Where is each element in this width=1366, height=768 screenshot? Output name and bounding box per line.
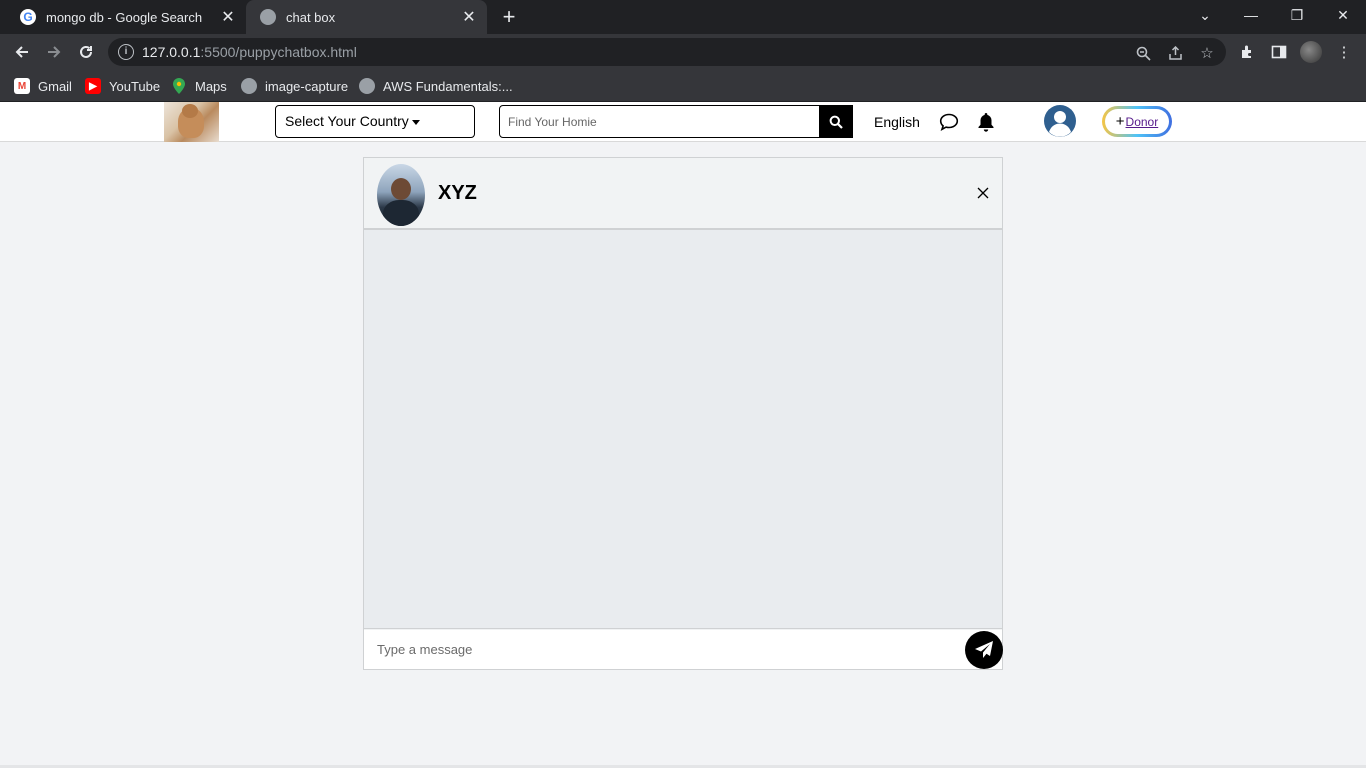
bookmark-label: AWS Fundamentals:... xyxy=(383,78,513,94)
browser-tab-strip: G mongo db - Google Search ✕ chat box ✕ … xyxy=(0,0,1366,34)
bookmark-aws[interactable]: AWS Fundamentals:... xyxy=(359,77,513,95)
bookmarks-bar: M Gmail ▶ YouTube Maps image-capture AWS… xyxy=(0,70,1366,102)
donor-button-inner: + Donor xyxy=(1105,109,1169,134)
extensions-icon[interactable] xyxy=(1236,41,1258,63)
plus-icon: + xyxy=(1115,113,1125,130)
globe-icon xyxy=(359,78,375,94)
bookmark-maps[interactable]: Maps xyxy=(171,77,227,95)
bookmark-label: Gmail xyxy=(38,78,72,94)
tab-title: chat box xyxy=(286,9,336,25)
search-button[interactable] xyxy=(819,105,853,138)
minimize-icon[interactable]: — xyxy=(1228,0,1274,30)
search-icon xyxy=(829,115,843,129)
google-icon: G xyxy=(20,9,36,25)
page-viewport: Select Your Country English +Donor xyxy=(0,102,1366,768)
reload-icon[interactable] xyxy=(72,38,100,66)
gmail-icon: M xyxy=(14,78,30,94)
search-box xyxy=(499,105,853,138)
paper-plane-icon xyxy=(975,641,993,658)
avatar-figure-face xyxy=(391,178,411,200)
bookmark-label: image-capture xyxy=(265,78,349,94)
user-profile-icon[interactable] xyxy=(1044,105,1076,137)
url-text[interactable]: 127.0.0.1:5500/puppychatbox.html xyxy=(142,44,357,60)
message-area[interactable] xyxy=(364,230,1002,629)
site-logo[interactable] xyxy=(164,102,219,142)
site-header: Select Your Country English +Donor xyxy=(0,102,1366,142)
message-composer xyxy=(364,630,1003,669)
notification-bell-icon[interactable] xyxy=(976,112,996,132)
zoom-icon[interactable] xyxy=(1132,42,1154,64)
chat-bubble-icon[interactable] xyxy=(939,112,959,132)
language-selector[interactable]: English xyxy=(874,114,920,130)
tab-chat-box[interactable]: chat box ✕ xyxy=(246,0,487,34)
country-select-label: Select Your Country xyxy=(285,113,409,129)
contact-avatar[interactable] xyxy=(377,164,425,226)
bookmark-image-capture[interactable]: image-capture xyxy=(241,77,348,95)
site-info-icon[interactable]: i xyxy=(118,44,134,60)
bookmark-star-icon[interactable]: ☆ xyxy=(1196,42,1218,64)
tab-google-search[interactable]: G mongo db - Google Search ✕ xyxy=(8,0,246,34)
back-icon[interactable] xyxy=(8,38,36,66)
maps-icon xyxy=(171,78,187,94)
chat-header: XYZ xyxy=(364,158,1002,230)
chat-box: XYZ xyxy=(363,157,1003,670)
close-window-icon[interactable]: ✕ xyxy=(1320,0,1366,30)
caret-down-icon xyxy=(411,119,420,125)
share-icon[interactable] xyxy=(1164,42,1186,64)
bookmark-youtube[interactable]: ▶ YouTube xyxy=(85,77,160,95)
address-bar[interactable]: i 127.0.0.1:5500/puppychatbox.html ☆ xyxy=(108,38,1226,66)
tab-title: mongo db - Google Search xyxy=(46,9,203,25)
contact-name: XYZ xyxy=(438,182,477,204)
bookmark-label: Maps xyxy=(195,78,227,94)
message-input[interactable] xyxy=(364,630,962,669)
donor-link[interactable]: Donor xyxy=(1126,115,1159,129)
globe-icon xyxy=(241,78,257,94)
profile-avatar[interactable] xyxy=(1300,41,1322,63)
restore-icon[interactable]: ❐ xyxy=(1274,0,1320,30)
youtube-icon: ▶ xyxy=(85,78,101,94)
tab-search-icon[interactable]: ⌄ xyxy=(1182,0,1228,30)
browser-toolbar: i 127.0.0.1:5500/puppychatbox.html ☆ ⋮ xyxy=(0,34,1366,70)
bookmark-gmail[interactable]: M Gmail xyxy=(14,77,72,95)
forward-icon[interactable] xyxy=(40,38,68,66)
close-icon[interactable] xyxy=(972,182,994,204)
avatar-figure-body xyxy=(383,200,419,226)
menu-kebab-icon[interactable]: ⋮ xyxy=(1333,41,1355,63)
country-select[interactable]: Select Your Country xyxy=(275,105,475,138)
globe-icon xyxy=(260,9,276,25)
send-button[interactable] xyxy=(965,631,1003,669)
search-input[interactable] xyxy=(500,106,820,137)
close-tab-icon[interactable]: ✕ xyxy=(216,5,240,29)
dog-image-head xyxy=(182,104,198,118)
new-tab-button[interactable]: + xyxy=(497,5,521,29)
donor-button[interactable]: + Donor xyxy=(1102,106,1172,137)
close-tab-icon[interactable]: ✕ xyxy=(457,5,481,29)
bookmark-label: YouTube xyxy=(109,78,161,94)
side-panel-icon[interactable] xyxy=(1268,41,1290,63)
